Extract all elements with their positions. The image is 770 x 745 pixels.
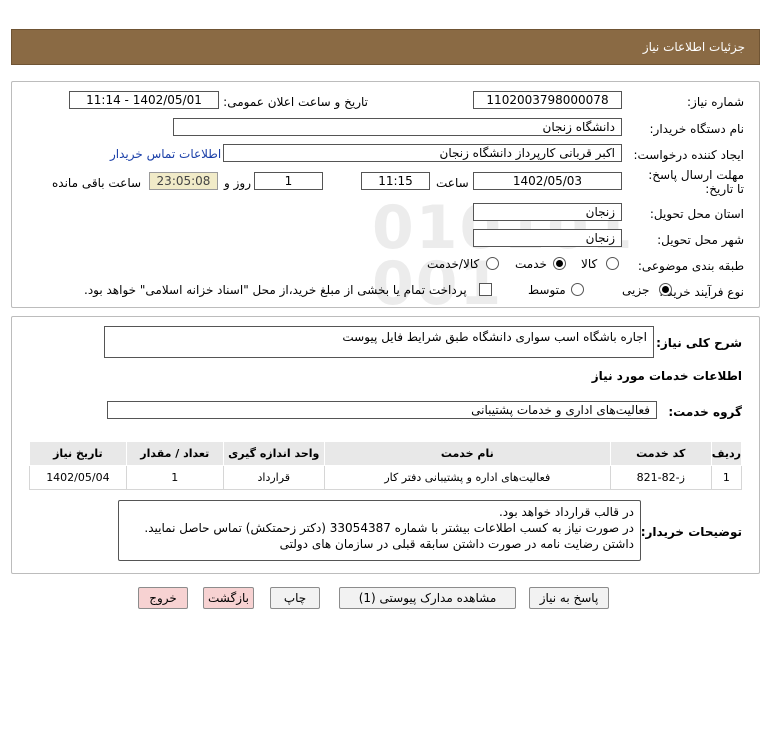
summary-label: شرح کلی نیاز: bbox=[656, 336, 742, 350]
cell-need-date: 1402/05/04 bbox=[29, 465, 127, 490]
category-radio-service[interactable] bbox=[553, 257, 566, 270]
payment-checkbox[interactable] bbox=[479, 283, 492, 296]
payment-note: پرداخت تمام یا بخشی از مبلغ خرید،از محل … bbox=[84, 283, 467, 297]
category-option-goods-service: کالا/خدمت bbox=[427, 257, 480, 271]
col-unit: واحد اندازه گیری bbox=[222, 441, 325, 466]
services-table: ردیف کد خدمت نام خدمت واحد اندازه گیری ت… bbox=[29, 441, 743, 490]
province-field: زنجان bbox=[473, 203, 622, 221]
view-documents-button[interactable]: مشاهده مدارک پیوستی (1) bbox=[339, 587, 516, 609]
deadline-date-field: 1402/05/03 bbox=[473, 172, 622, 190]
summary-box: اجاره باشگاه اسب سواری دانشگاه طبق شرایط… bbox=[104, 326, 654, 358]
purchase-radio-minor[interactable] bbox=[659, 283, 672, 296]
city-label: شهر محل تحویل: bbox=[657, 233, 744, 247]
category-option-goods: کالا bbox=[581, 257, 598, 271]
buyer-note-line: در قالب قرارداد خواهد بود. bbox=[498, 505, 634, 519]
col-service-code: کد خدمت bbox=[609, 441, 712, 466]
cell-row: 1 bbox=[710, 465, 743, 490]
exit-button[interactable]: خروج bbox=[138, 587, 188, 609]
reply-button[interactable]: پاسخ به نیاز bbox=[529, 587, 609, 609]
table-row: 1 ز-82-821 فعالیت‌های اداره و پشتیبانی د… bbox=[29, 465, 743, 490]
buyer-org-field: دانشگاه زنجان bbox=[173, 118, 622, 136]
print-button[interactable]: چاپ bbox=[270, 587, 320, 609]
category-radio-goods[interactable] bbox=[606, 257, 619, 270]
buyer-notes-label: توضیحات خریدار: bbox=[640, 525, 742, 539]
city-field: زنجان bbox=[473, 229, 622, 247]
buyer-org-label: نام دستگاه خریدار: bbox=[649, 122, 745, 136]
cell-unit: قرارداد bbox=[222, 465, 325, 490]
service-group-label: گروه خدمت: bbox=[668, 405, 742, 419]
requester-field: اکبر قربانی کارپرداز دانشگاه زنجان bbox=[223, 144, 622, 162]
page-header: جزئیات اطلاعات نیاز bbox=[11, 29, 760, 65]
announce-label: تاریخ و ساعت اعلان عمومی: bbox=[223, 95, 368, 109]
col-service-name: نام خدمت bbox=[323, 441, 611, 466]
services-heading: اطلاعات خدمات مورد نیاز bbox=[591, 369, 742, 383]
col-row: ردیف bbox=[710, 441, 743, 466]
buyer-note-line: داشتن رضایت نامه در صورت داشتن سابقه قبل… bbox=[279, 537, 634, 551]
remaining-label: ساعت باقی مانده bbox=[52, 176, 142, 190]
deadline-label: مهلت ارسال پاسخ: تا تاریخ: bbox=[648, 168, 744, 196]
requester-label: ایجاد کننده درخواست: bbox=[633, 148, 744, 162]
days-field: 1 bbox=[254, 172, 323, 190]
purchase-option-medium: متوسط bbox=[528, 283, 566, 297]
back-button[interactable]: بازگشت bbox=[203, 587, 254, 609]
col-need-date: تاریخ نیاز bbox=[29, 441, 127, 466]
service-group-field: فعالیت‌های اداری و خدمات پشتیبانی bbox=[107, 401, 657, 419]
purchase-type-label: نوع فرآیند خرید : bbox=[659, 285, 744, 299]
deadline-time-field: 11:15 bbox=[361, 172, 430, 190]
time-label: ساعت bbox=[436, 176, 469, 190]
announce-field: 1402/05/01 - 11:14 bbox=[69, 91, 219, 109]
buyer-notes-box: در قالب قرارداد خواهد بود. در صورت نیاز … bbox=[118, 500, 641, 561]
days-label: روز و bbox=[224, 176, 251, 190]
purchase-radio-medium[interactable] bbox=[571, 283, 584, 296]
category-label: طبقه بندی موضوعی: bbox=[637, 259, 744, 273]
buyer-note-line: در صورت نیاز به کسب اطلاعات بیشتر با شما… bbox=[144, 521, 634, 535]
cell-quantity: 1 bbox=[125, 465, 224, 490]
need-number-field: 1102003798000078 bbox=[473, 91, 622, 109]
need-number-label: شماره نیاز: bbox=[687, 95, 744, 109]
remaining-timer: 23:05:08 bbox=[149, 172, 218, 190]
cell-service-code: ز-82-821 bbox=[609, 465, 712, 490]
cell-service-name: فعالیت‌های اداره و پشتیبانی دفتر کار bbox=[323, 465, 611, 490]
purchase-option-minor: جزیی bbox=[622, 283, 650, 297]
category-option-service: خدمت bbox=[515, 257, 547, 271]
col-quantity: تعداد / مقدار bbox=[125, 441, 224, 466]
category-radio-goods-service[interactable] bbox=[486, 257, 499, 270]
province-label: استان محل تحویل: bbox=[649, 207, 744, 221]
table-header-row: ردیف کد خدمت نام خدمت واحد اندازه گیری ت… bbox=[29, 441, 743, 466]
contact-buyer-link[interactable]: اطلاعات تماس خریدار bbox=[110, 147, 221, 161]
page-title: جزئیات اطلاعات نیاز bbox=[642, 40, 745, 54]
